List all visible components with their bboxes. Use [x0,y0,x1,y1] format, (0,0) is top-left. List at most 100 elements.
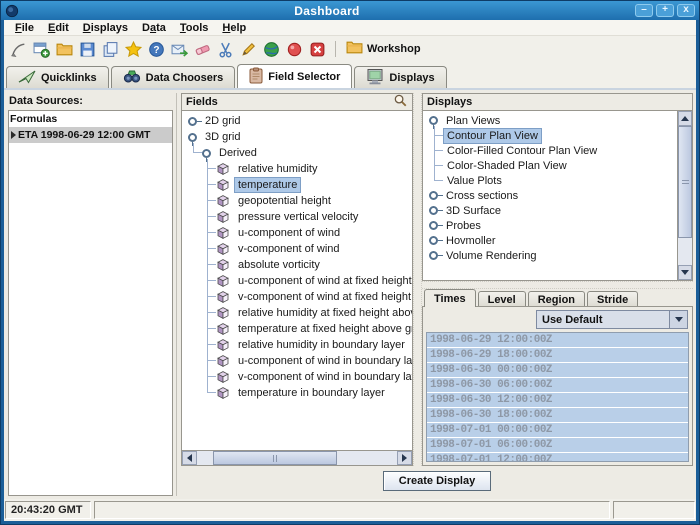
data-source-item[interactable]: ETA 1998-06-29 12:00 GMT [9,127,172,143]
subset-tab-level[interactable]: Level [478,291,526,307]
tree-row[interactable]: Hovmoller [423,233,677,248]
tree-row[interactable]: u-component of wind at fixed height ab [182,273,412,289]
new-window-button[interactable] [30,39,53,60]
data-source-item[interactable]: Formulas [9,111,172,127]
tree-node-label[interactable]: 2D grid [201,113,244,129]
tree-node-label[interactable]: v-component of wind [234,241,344,257]
tree-row[interactable]: Probes [423,218,677,233]
tree-node-label[interactable]: Volume Rendering [442,248,541,264]
tree-node-label[interactable]: Derived [215,145,261,161]
tree-node-label[interactable]: Contour Plan View [443,128,542,144]
tab-quicklinks[interactable]: Quicklinks [6,66,109,88]
copy-button[interactable] [99,39,122,60]
tree-node-label[interactable]: absolute vorticity [234,257,324,273]
tree-row[interactable]: geopotential height [182,193,412,209]
tab-displays[interactable]: Displays [354,66,446,88]
tree-node-label[interactable]: geopotential height [234,193,335,209]
tree-node-label[interactable]: u-component of wind in boundary laye [234,353,412,369]
favorites-button[interactable] [122,39,145,60]
tab-data-choosers[interactable]: Data Choosers [111,66,236,88]
time-list-item[interactable]: 1998-06-30 00:00:00Z [427,363,688,378]
tree-row[interactable]: temperature [182,177,412,193]
tree-node-label[interactable]: v-component of wind in boundary laye [234,369,412,385]
tree-node-label[interactable]: Probes [442,218,485,234]
tree-node-label[interactable]: Color-Shaded Plan View [443,158,571,174]
tree-row[interactable]: Plan Views [423,113,677,128]
horizontal-splitter[interactable] [422,281,693,289]
title-bar[interactable]: Dashboard – + x [1,1,699,20]
tree-row[interactable]: v-component of wind [182,241,412,257]
tree-node-label[interactable]: Color-Filled Contour Plan View [443,143,601,159]
scroll-track[interactable] [678,238,692,265]
edit-button[interactable] [237,39,260,60]
scroll-right-button[interactable] [397,451,412,465]
collapse-handle-icon[interactable] [188,133,197,142]
collapse-handle-icon[interactable] [202,149,211,158]
expand-handle-icon[interactable] [188,117,197,126]
help-button[interactable]: ? [145,39,168,60]
tree-node-label[interactable]: v-component of wind at fixed height ab [234,289,412,305]
menu-data[interactable]: Data [135,22,173,34]
tree-row[interactable]: u-component of wind [182,225,412,241]
tree-node-label[interactable]: u-component of wind [234,225,344,241]
tree-row[interactable]: Value Plots [423,173,677,188]
tree-row[interactable]: relative humidity at fixed height above [182,305,412,321]
menu-file[interactable]: File [8,22,41,34]
tree-row[interactable]: Color-Shaded Plan View [423,158,677,173]
save-button[interactable] [76,39,99,60]
tree-node-label[interactable]: temperature in boundary layer [234,385,389,401]
tree-node-label[interactable]: temperature at fixed height above grou [234,321,412,337]
time-list-item[interactable]: 1998-07-01 00:00:00Z [427,423,688,438]
tree-row[interactable]: Color-Filled Contour Plan View [423,143,677,158]
scroll-down-button[interactable] [678,265,692,280]
tree-row[interactable]: relative humidity in boundary layer [182,337,412,353]
tree-node-label[interactable]: u-component of wind at fixed height ab [234,273,412,289]
expand-handle-icon[interactable] [429,236,438,245]
fields-horizontal-scrollbar[interactable] [182,450,412,465]
tree-node-label[interactable]: relative humidity in boundary layer [234,337,409,353]
menu-displays[interactable]: Displays [76,22,135,34]
tree-row[interactable]: v-component of wind at fixed height ab [182,289,412,305]
tree-node-label[interactable]: Plan Views [442,113,504,129]
time-list-item[interactable]: 1998-07-01 12:00:00Z [427,453,688,462]
menu-edit[interactable]: Edit [41,22,76,34]
scroll-thumb[interactable] [213,451,337,465]
tree-row[interactable]: temperature at fixed height above grou [182,321,412,337]
times-mode-dropdown[interactable]: Use Default [536,310,688,329]
scroll-up-button[interactable] [678,111,692,126]
subset-tab-stride[interactable]: Stride [587,291,638,307]
time-list-item[interactable]: 1998-07-01 06:00:00Z [427,438,688,453]
dropdown-arrow-icon[interactable] [669,311,687,328]
tree-node-label[interactable]: relative humidity at fixed height above [234,305,412,321]
tree-node-label[interactable]: temperature [234,177,301,193]
tree-node-label[interactable]: Cross sections [442,188,522,204]
displays-vertical-scrollbar[interactable] [677,111,692,280]
time-list-item[interactable]: 1998-06-29 18:00:00Z [427,348,688,363]
close-button[interactable] [306,39,329,60]
tree-node-label[interactable]: Value Plots [443,173,506,189]
expand-handle-icon[interactable] [429,251,438,260]
sketch-button[interactable] [7,39,30,60]
expand-handle-icon[interactable] [429,191,438,200]
tree-row[interactable]: Volume Rendering [423,248,677,263]
erase-button[interactable] [191,39,214,60]
minimize-button[interactable]: – [635,4,653,17]
subset-tab-region[interactable]: Region [528,291,585,307]
vertical-splitter[interactable] [413,93,422,466]
cut-button[interactable] [214,39,237,60]
expand-handle-icon[interactable] [429,206,438,215]
tree-row[interactable]: u-component of wind in boundary laye [182,353,412,369]
expand-handle-icon[interactable] [429,221,438,230]
time-list-item[interactable]: 1998-06-30 12:00:00Z [427,393,688,408]
tree-row[interactable]: v-component of wind in boundary laye [182,369,412,385]
tree-node-label[interactable]: relative humidity [234,161,321,177]
maximize-button[interactable]: + [656,4,674,17]
tree-row[interactable]: pressure vertical velocity [182,209,412,225]
tree-row[interactable]: 3D grid [182,129,412,145]
tree-node-label[interactable]: 3D grid [201,129,244,145]
tree-row[interactable]: relative humidity [182,161,412,177]
menu-help[interactable]: Help [215,22,253,34]
tree-row[interactable]: 3D Surface [423,203,677,218]
globe-button[interactable] [260,39,283,60]
time-list-item[interactable]: 1998-06-29 12:00:00Z [427,333,688,348]
